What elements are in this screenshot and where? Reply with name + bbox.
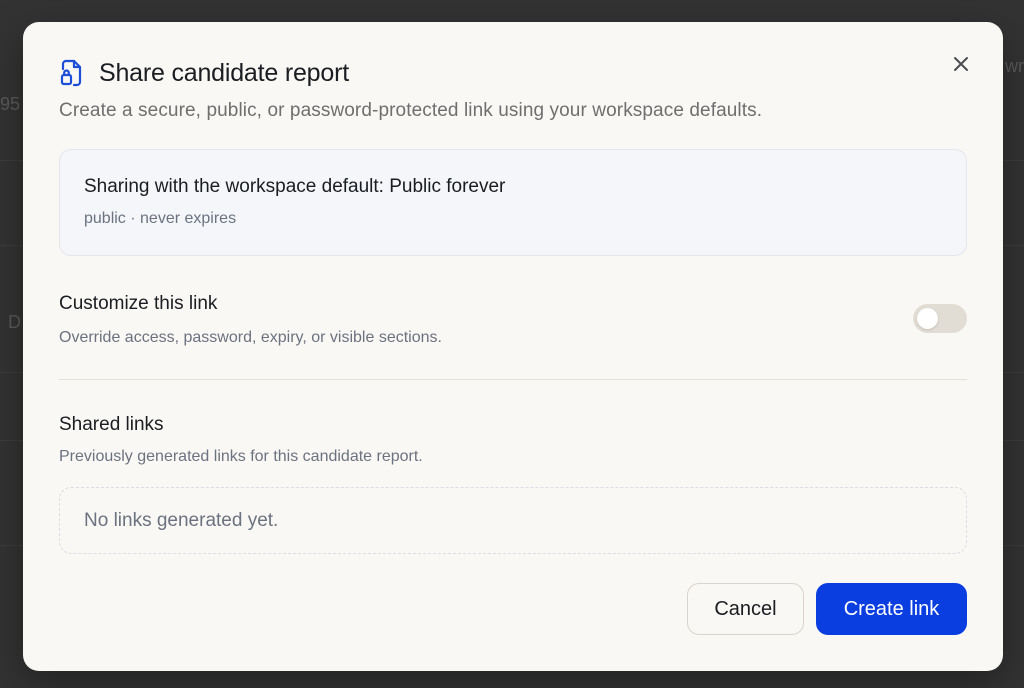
backdrop-text: D [8,312,21,332]
dialog-subtitle: Create a secure, public, or password-pro… [59,100,763,121]
backdrop-text: wn [1005,56,1024,76]
shared-links-empty-state: No links generated yet. [59,487,967,554]
dialog-title: Share candidate report [99,58,349,87]
toggle-knob [917,308,938,329]
close-icon [954,57,968,71]
create-link-button[interactable]: Create link [816,583,967,635]
customize-toggle[interactable] [913,304,967,333]
shared-links-section: Shared links Previously generated links … [59,414,967,466]
default-setting-title: Sharing with the workspace default: Publ… [84,176,506,197]
shared-links-description: Previously generated links for this cand… [59,448,423,465]
shared-links-title: Shared links [59,414,164,435]
customize-description: Override access, password, expiry, or vi… [59,329,442,346]
section-divider [59,379,967,380]
backdrop-text: 95 [0,94,21,114]
cancel-button[interactable]: Cancel [687,583,804,635]
dialog-header: Share candidate report Create a secure, … [59,58,923,122]
file-lock-icon [59,59,87,87]
dialog-footer: Cancel Create link [687,583,967,635]
customize-section: Customize this link Override access, pas… [59,293,967,353]
close-button[interactable] [949,52,973,76]
share-dialog: Share candidate report Create a secure, … [23,22,1003,671]
customize-title: Customize this link [59,293,218,314]
default-setting-meta: public · never expires [84,210,237,227]
empty-state-text: No links generated yet. [84,509,279,531]
workspace-default-card: Sharing with the workspace default: Publ… [59,149,967,256]
